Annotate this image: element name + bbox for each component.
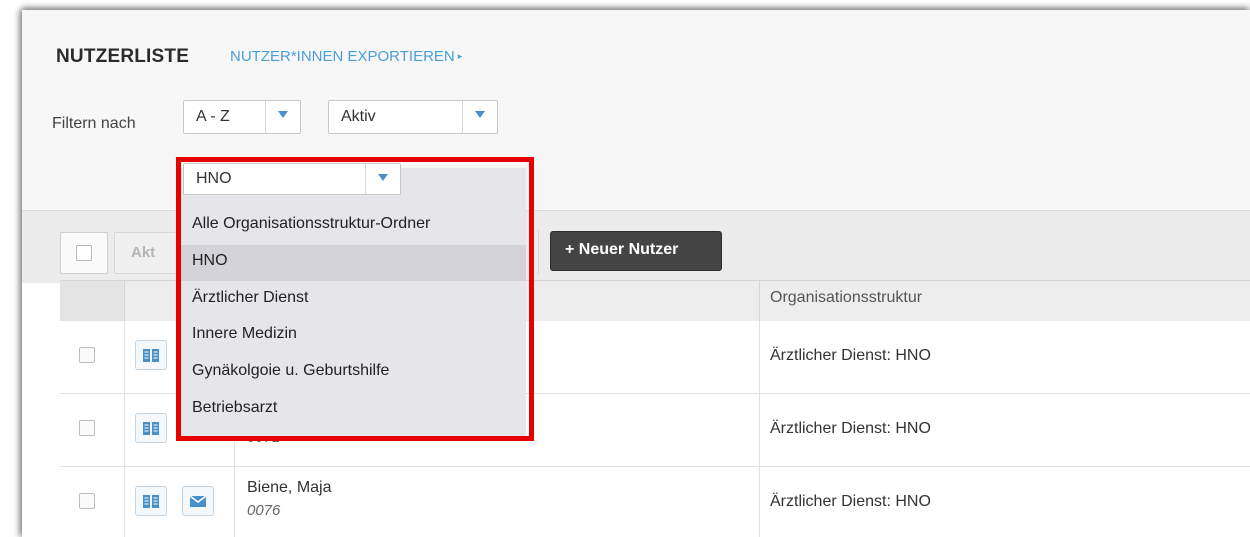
column-header-organisation[interactable]: Organisationsstruktur	[770, 289, 922, 307]
address-book-icon[interactable]	[135, 413, 167, 443]
filter-label: Filtern nach	[52, 115, 136, 132]
user-organisation: Ärztlicher Dienst: HNO	[770, 493, 931, 510]
cell-divider	[124, 394, 125, 466]
caret-down-icon	[462, 101, 497, 133]
export-users-link[interactable]: NUTZER*INNEN EXPORTIEREN ▸	[230, 48, 462, 65]
cell-divider	[124, 467, 125, 537]
page-header: NUTZERLISTE NUTZER*INNEN EXPORTIEREN ▸	[22, 10, 1250, 91]
table-row[interactable]: Biene, Maja 0076 Ärztlicher Dienst: HNO	[60, 467, 1250, 537]
row-checkbox[interactable]	[79, 420, 95, 436]
row-checkbox[interactable]	[79, 493, 95, 509]
new-user-button[interactable]: + Neuer Nutzer	[550, 231, 722, 271]
export-link-label: NUTZER*INNEN EXPORTIEREN	[230, 48, 455, 65]
highlight-annotation-box	[176, 157, 534, 441]
row-checkbox[interactable]	[79, 347, 95, 363]
status-select-value: Aktiv	[341, 108, 376, 125]
cell-divider	[234, 467, 235, 537]
arrow-right-icon: ▸	[457, 51, 463, 61]
user-list-page: NUTZERLISTE NUTZER*INNEN EXPORTIEREN ▸ Fi…	[22, 10, 1250, 537]
address-book-icon[interactable]	[135, 486, 167, 516]
new-user-button-label: + Neuer Nutzer	[565, 241, 679, 258]
cell-divider	[759, 321, 760, 393]
alphabet-select[interactable]: A - Z	[183, 100, 301, 134]
user-name: Biene, Maja	[247, 479, 332, 496]
envelope-icon[interactable]	[182, 486, 214, 516]
status-select[interactable]: Aktiv	[328, 100, 498, 134]
cell-divider	[124, 321, 125, 393]
toolbar-divider	[538, 230, 539, 274]
user-id: 0076	[247, 502, 281, 519]
page-title: NUTZERLISTE	[56, 46, 190, 67]
alphabet-select-value: A - Z	[196, 108, 230, 125]
header-cell-select	[60, 281, 125, 321]
checkbox-box	[76, 245, 92, 261]
cell-divider	[759, 394, 760, 466]
address-book-icon[interactable]	[135, 340, 167, 370]
select-all-checkbox[interactable]	[60, 232, 108, 274]
actions-button-label: Akt	[131, 244, 156, 261]
cell-divider	[759, 467, 760, 537]
caret-down-icon	[265, 101, 300, 133]
user-organisation: Ärztlicher Dienst: HNO	[770, 420, 931, 437]
user-organisation: Ärztlicher Dienst: HNO	[770, 347, 931, 364]
